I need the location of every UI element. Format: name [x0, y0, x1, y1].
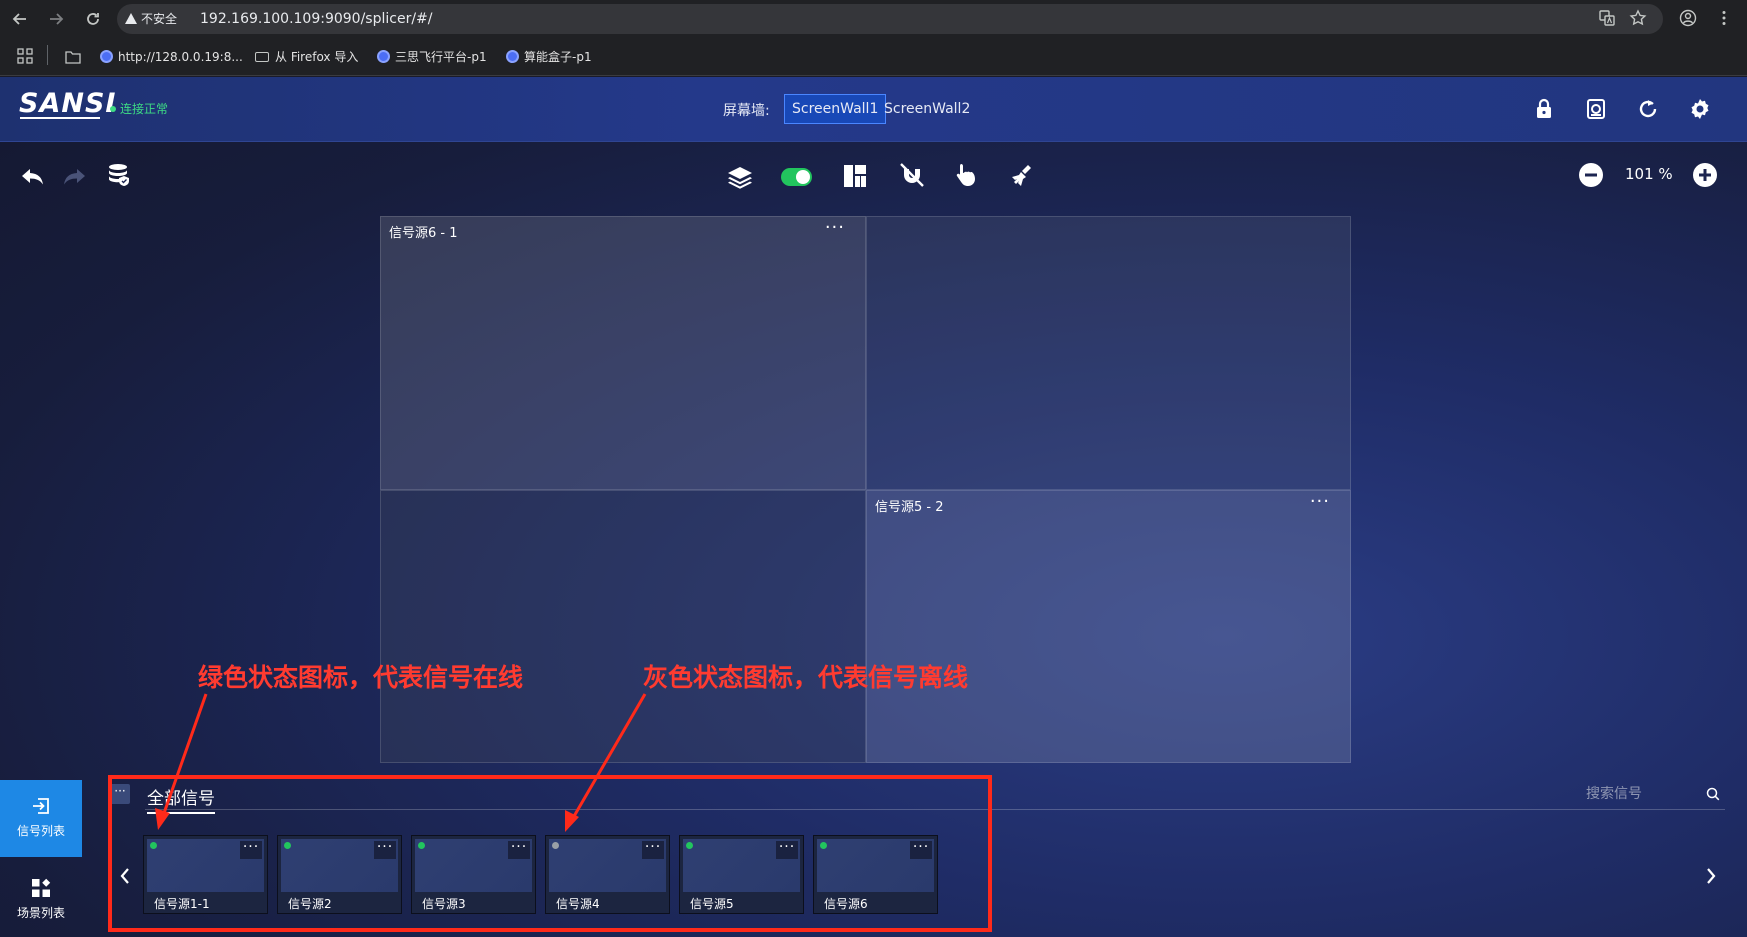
annotation-arrows: [155, 693, 647, 832]
annotation-arrow-offline: [565, 693, 647, 832]
annotation-arrow-online: [155, 693, 208, 830]
